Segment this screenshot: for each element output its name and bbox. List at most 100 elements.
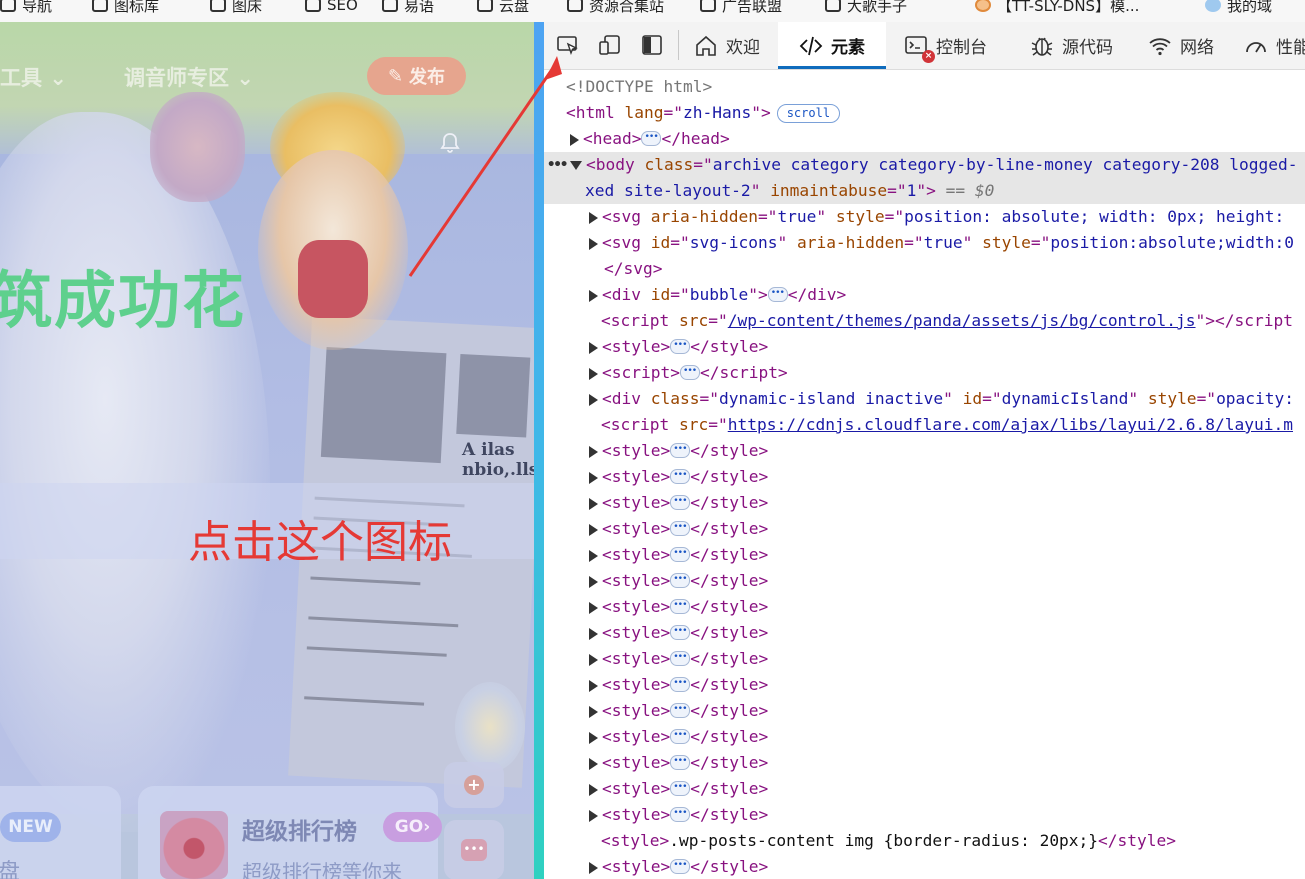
expand-arrow-icon[interactable] bbox=[570, 133, 579, 146]
dock-sidebar-icon[interactable] bbox=[640, 34, 664, 56]
collapsed-ellipsis-icon[interactable] bbox=[670, 332, 691, 358]
bookmark-item[interactable]: 易语 bbox=[382, 0, 434, 16]
expand-arrow-icon[interactable] bbox=[589, 341, 598, 354]
expand-arrow-icon[interactable] bbox=[589, 237, 598, 250]
dom-node-script-control[interactable]: <script src="/wp-content/themes/panda/as… bbox=[544, 308, 1305, 334]
collapsed-ellipsis-icon[interactable] bbox=[670, 436, 691, 462]
expand-arrow-icon[interactable] bbox=[589, 757, 598, 770]
dom-node-style[interactable]: <style></style> bbox=[544, 722, 1305, 750]
dom-node-style[interactable]: <style></style> bbox=[544, 800, 1305, 828]
expand-arrow-icon[interactable] bbox=[589, 601, 598, 614]
floating-add-button[interactable]: + bbox=[444, 762, 504, 808]
expand-arrow-icon[interactable] bbox=[589, 809, 598, 822]
bookmark-item[interactable]: 资源合集站 bbox=[567, 0, 664, 16]
expand-arrow-icon[interactable] bbox=[589, 497, 598, 510]
script-src-link[interactable]: https://cdnjs.cloudflare.com/ajax/libs/l… bbox=[728, 415, 1293, 434]
collapsed-ellipsis-icon[interactable] bbox=[641, 124, 662, 150]
dom-node-inline-style[interactable]: <style>.wp-posts-content img {border-rad… bbox=[544, 828, 1305, 854]
dom-node-style[interactable]: <style></style> bbox=[544, 644, 1305, 672]
dom-node-dynamic-island[interactable]: <div class="dynamic-island inactive" id=… bbox=[544, 386, 1305, 412]
expand-arrow-icon[interactable] bbox=[589, 575, 598, 588]
expand-arrow-icon[interactable] bbox=[589, 679, 598, 692]
collapsed-ellipsis-icon[interactable] bbox=[670, 852, 691, 878]
dom-node-style[interactable]: <style></style> bbox=[544, 670, 1305, 698]
bookmark-item[interactable]: 图标库 bbox=[92, 0, 159, 16]
dom-node-style[interactable]: <style></style> bbox=[544, 852, 1305, 879]
expand-arrow-icon[interactable] bbox=[589, 731, 598, 744]
dom-node-style[interactable]: <style></style> bbox=[544, 514, 1305, 542]
go-badge[interactable]: GO › bbox=[383, 812, 442, 842]
expand-arrow-icon[interactable] bbox=[589, 367, 598, 380]
dom-node-style[interactable]: <style></style> bbox=[544, 462, 1305, 490]
dom-node-script[interactable]: <script></script> bbox=[544, 358, 1305, 386]
collapsed-ellipsis-icon[interactable] bbox=[670, 488, 691, 514]
collapsed-ellipsis-icon[interactable] bbox=[670, 748, 691, 774]
dom-node-html[interactable]: <html lang="zh-Hans"> scroll bbox=[544, 100, 1305, 126]
dom-node-bubble[interactable]: <div id="bubble"></div> bbox=[544, 280, 1305, 308]
dom-node-svg-2-close[interactable]: </svg> bbox=[544, 256, 1305, 282]
bookmark-item[interactable]: SEO bbox=[305, 0, 358, 16]
bookmark-item[interactable]: 图床 bbox=[210, 0, 262, 16]
tab-network[interactable]: 网络 bbox=[1148, 22, 1214, 69]
collapsed-ellipsis-icon[interactable] bbox=[670, 592, 691, 618]
dom-node-style[interactable]: <style></style> bbox=[544, 748, 1305, 776]
bookmark-item[interactable]: 广告联盟 bbox=[700, 0, 782, 16]
dom-node-style[interactable]: <style></style> bbox=[544, 618, 1305, 646]
collapsed-ellipsis-icon[interactable] bbox=[670, 670, 691, 696]
expand-arrow-icon[interactable] bbox=[589, 523, 598, 536]
dom-node-script-layui[interactable]: <script src="https://cdnjs.cloudflare.co… bbox=[544, 412, 1305, 438]
dom-node-head[interactable]: <head></head> bbox=[544, 124, 1305, 152]
collapsed-ellipsis-icon[interactable] bbox=[670, 618, 691, 644]
dom-node-body[interactable]: ••• <body class="archive category categor… bbox=[544, 152, 1305, 178]
tab-elements[interactable]: 元素 bbox=[778, 22, 886, 69]
collapse-arrow-icon[interactable] bbox=[570, 161, 582, 170]
tab-console[interactable]: × 控制台 bbox=[904, 22, 987, 69]
expand-arrow-icon[interactable] bbox=[589, 393, 598, 406]
collapsed-ellipsis-icon[interactable] bbox=[670, 774, 691, 800]
dom-node-style[interactable]: <style></style> bbox=[544, 436, 1305, 464]
collapsed-ellipsis-icon[interactable] bbox=[670, 566, 691, 592]
dom-node-style[interactable]: <style></style> bbox=[544, 696, 1305, 724]
dom-node-style[interactable]: <style></style> bbox=[544, 566, 1305, 594]
dom-node-svg-1[interactable]: <svg aria-hidden="true" style="position:… bbox=[544, 204, 1305, 230]
dom-node-style[interactable]: <style></style> bbox=[544, 592, 1305, 620]
bookmark-item[interactable]: 我的域 bbox=[1205, 0, 1272, 16]
collapsed-ellipsis-icon[interactable] bbox=[679, 358, 700, 384]
collapsed-ellipsis-icon[interactable] bbox=[670, 644, 691, 670]
collapsed-ellipsis-icon[interactable] bbox=[670, 514, 691, 540]
collapsed-ellipsis-icon[interactable] bbox=[767, 280, 788, 306]
dom-node-style[interactable]: <style></style> bbox=[544, 774, 1305, 802]
expand-arrow-icon[interactable] bbox=[589, 783, 598, 796]
nav-item-tuner[interactable]: 调音师专区 ⌄ bbox=[124, 62, 254, 92]
collapsed-ellipsis-icon[interactable] bbox=[670, 540, 691, 566]
bookmark-item[interactable]: 大歌手子 bbox=[825, 0, 907, 16]
nav-item-tools[interactable]: 工具 ⌄ bbox=[0, 62, 67, 92]
publish-button[interactable]: ✎ 发布 bbox=[367, 57, 466, 95]
collapsed-ellipsis-icon[interactable] bbox=[670, 800, 691, 826]
expand-arrow-icon[interactable] bbox=[589, 471, 598, 484]
dom-node-body-cont[interactable]: xed site-layout-2" inmaintabuse="1"> == … bbox=[544, 178, 1305, 204]
floating-chat-button[interactable]: ••• bbox=[444, 820, 504, 879]
expand-arrow-icon[interactable] bbox=[589, 549, 598, 562]
dom-node-doctype[interactable]: <!DOCTYPE html> bbox=[544, 74, 1305, 100]
collapsed-ellipsis-icon[interactable] bbox=[670, 462, 691, 488]
tab-welcome[interactable]: 欢迎 bbox=[694, 22, 760, 69]
collapsed-ellipsis-icon[interactable] bbox=[670, 722, 691, 748]
expand-arrow-icon[interactable] bbox=[589, 653, 598, 666]
expand-arrow-icon[interactable] bbox=[589, 861, 598, 874]
bookmark-item[interactable]: 云盘 bbox=[477, 0, 529, 16]
bell-icon[interactable] bbox=[440, 132, 460, 154]
scroll-badge[interactable]: scroll bbox=[776, 104, 841, 123]
expand-arrow-icon[interactable] bbox=[589, 211, 598, 224]
more-options-icon[interactable]: ••• bbox=[547, 152, 568, 178]
expand-arrow-icon[interactable] bbox=[589, 289, 598, 302]
tab-performance[interactable]: 性能 bbox=[1244, 22, 1305, 69]
bookmark-item[interactable]: 导航 bbox=[0, 0, 52, 16]
script-src-link[interactable]: /wp-content/themes/panda/assets/js/bg/co… bbox=[728, 311, 1196, 330]
dom-node-style[interactable]: <style></style> bbox=[544, 488, 1305, 516]
dom-node-svg-2[interactable]: <svg id="svg-icons" aria-hidden="true" s… bbox=[544, 230, 1305, 256]
tab-sources[interactable]: 源代码 bbox=[1030, 22, 1113, 69]
dom-node-style[interactable]: <style></style> bbox=[544, 332, 1305, 360]
dom-node-style[interactable]: <style></style> bbox=[544, 540, 1305, 568]
bookmark-item[interactable]: 【TT-SLY-DNS】模... bbox=[975, 0, 1139, 16]
